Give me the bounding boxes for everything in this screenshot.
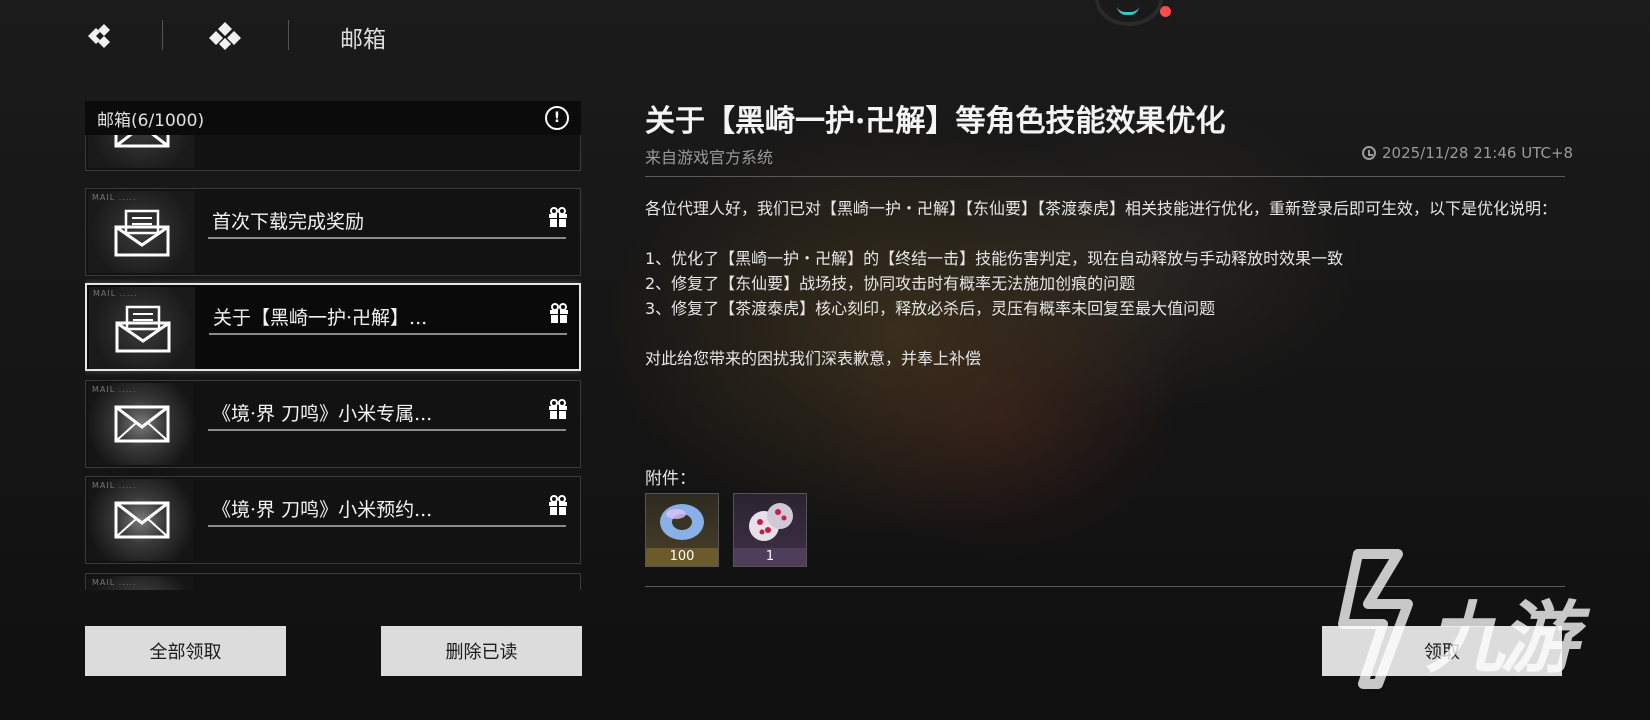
delete-read-button[interactable]: 删除已读 [381,626,582,676]
mail-title: 《境·界 刀鸣》小米预约... [212,499,433,521]
gift-icon [549,303,569,323]
notification-dot [1160,6,1171,17]
mail-title: 《境·界 刀鸣》小米专属... [212,403,433,425]
body-paragraph: 对此给您带来的困扰我们深表歉意，并奉上补偿 [645,349,982,368]
mail-item[interactable]: MAIL ..... 《境·界 刀鸣》小米预约... [85,476,581,564]
attachment-count: 1 [734,548,806,566]
mail-thumbnail: MAIL ..... [89,287,195,369]
mail-body: 各位代理人好，我们已对【黑崎一护・卍解】【东仙要】【茶渡泰虎】相关技能进行优化，… [645,196,1570,371]
mail-item[interactable]: MAIL ..... [85,573,581,590]
gift-icon [548,207,568,227]
mail-underline [208,525,566,527]
mail-list-header: 邮箱(6/1000) ! [85,101,581,135]
mail-title: 首次下载完成奖励 [212,211,365,233]
top-bar: 邮箱 [0,0,1650,70]
gift-icon [548,495,568,515]
body-paragraph: 2、修复了【东仙要】战场技，协同攻击时有概率无法施加创痕的问题 [645,274,1136,293]
body-paragraph: 各位代理人好，我们已对【黑崎一护・卍解】【东仙要】【茶渡泰虎】相关技能进行优化，… [645,199,1558,218]
page-title: 邮箱 [340,27,386,53]
mail-underline [208,429,566,431]
mail-thumbnail: MAIL ..... [88,191,194,273]
claim-all-button[interactable]: 全部领取 [85,626,286,676]
mail-count: 邮箱(6/1000) [97,110,205,131]
open-envelope-icon [115,305,171,353]
nav-separator [162,20,163,50]
mail-thumbnail [88,135,194,168]
mail-item-selected[interactable]: MAIL ..... 关于【黑崎一护·卍解】... [85,283,581,371]
watermark-logo: 九游 [1318,544,1618,694]
divider [645,176,1565,177]
mail-thumbnail: MAIL ..... [88,383,194,465]
ring-crystal-icon [660,504,704,540]
envelope-icon [114,405,170,443]
attachments-label: 附件： [645,469,696,489]
attachment-count: 100 [646,548,718,566]
mail-item[interactable]: MAIL ..... 《境·界 刀鸣》小米专属... [85,380,581,468]
timestamp-text: 2025/11/28 21:46 UTC+8 [1382,144,1574,162]
body-paragraph: 1、优化了【黑崎一护・卍解】的【终结一击】技能伤害判定，现在自动释放与手动释放时… [645,249,1344,268]
gift-icon [548,399,568,419]
info-icon[interactable]: ! [545,106,569,130]
mail-title: 关于【黑崎一护·卍解】... [213,307,428,329]
attachment-item[interactable]: 1 [733,493,807,567]
home-icon[interactable] [209,22,241,50]
status-indicator-icon [1095,0,1163,26]
clock-icon [1362,146,1376,160]
mail-underline [208,237,566,239]
body-paragraph: 3、修复了【茶渡泰虎】核心刻印，释放必杀后，灵压有概率未回复至最大值问题 [645,299,1216,318]
mail-detail-title: 关于【黑崎一护·卍解】等角色技能效果优化 [645,104,1226,139]
mail-thumbnail: MAIL ..... [88,479,194,561]
mail-sender: 来自游戏官方系统 [645,148,774,167]
watermark-text: 九游 [1426,594,1578,684]
mail-timestamp: 2025/11/28 21:46 UTC+8 [1362,144,1573,162]
mail-list[interactable]: MAIL ..... 首次下载完成奖励 MAIL ..... 关于【黑崎一护·卍… [85,135,581,590]
dice-item-icon [749,503,793,541]
mail-item[interactable]: MAIL ..... 首次下载完成奖励 [85,188,581,276]
open-envelope-icon [114,209,170,257]
mail-underline [209,333,567,335]
attachment-item[interactable]: 100 [645,493,719,567]
mail-item[interactable] [85,135,581,171]
mail-thumbnail: MAIL ..... [88,576,194,590]
nav-separator [288,20,289,50]
back-icon[interactable] [84,22,116,50]
envelope-icon [114,501,170,539]
